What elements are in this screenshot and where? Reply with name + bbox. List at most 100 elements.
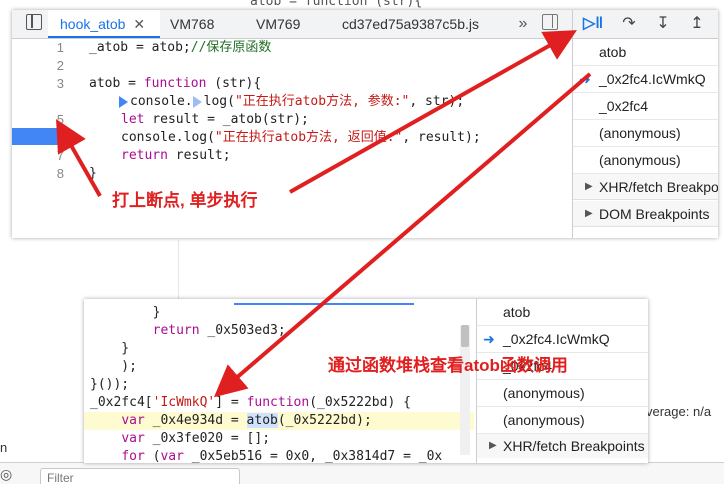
- expand-triangle-icon[interactable]: ▶: [489, 434, 497, 458]
- more-tabs-icon[interactable]: »: [514, 15, 532, 33]
- call-stack-frame[interactable]: (anonymous): [477, 380, 648, 407]
- code-line: }: [90, 340, 129, 358]
- filter-input[interactable]: Filter: [40, 468, 240, 485]
- tab-label: VM768: [170, 16, 215, 32]
- code-line: }: [89, 165, 97, 183]
- call-stack-frame[interactable]: ➜ _0x2fc4.IcWmkQ: [477, 326, 648, 353]
- code-line: _atob = atob;//保存原函数: [89, 39, 271, 57]
- tab-hook-atob[interactable]: hook_atob ✕: [48, 10, 160, 38]
- section-label: DOM Breakpoints: [599, 206, 710, 222]
- call-stack-frame[interactable]: atob: [573, 39, 718, 66]
- coverage-text: verage: n/a: [646, 404, 712, 419]
- frame-label: (anonymous): [503, 412, 585, 428]
- tab-label: hook_atob: [60, 16, 126, 32]
- code-token: (: [144, 449, 161, 463]
- code-token: (str){: [206, 76, 262, 91]
- step-over-icon[interactable]: ↷: [619, 14, 639, 34]
- code-line: console.log("正在执行atob方法, 返回值:", result);: [89, 129, 481, 147]
- expand-triangle-icon[interactable]: ▶: [585, 201, 593, 226]
- code-token: let: [121, 112, 145, 127]
- call-stack-pane: atob ➜ _0x2fc4.IcWmkQ _0x2fc4 (anonymous) (an…: [476, 299, 648, 463]
- scrollbar[interactable]: [460, 325, 470, 455]
- code-token: log(: [203, 94, 235, 109]
- resume-icon[interactable]: ▷‖: [583, 14, 603, 34]
- line-number-breakpoint[interactable]: 4: [57, 93, 64, 111]
- background-left-text: n: [0, 440, 8, 455]
- code-token: atob =: [89, 76, 144, 91]
- frame-label: _0x2fc4: [599, 98, 649, 114]
- code-editor-callframe[interactable]: } return _0x503ed3; } );}()); _0x2fc4['Ic…: [84, 299, 474, 463]
- pane-section-header[interactable]: ▶ XHR/fetch Breakpoints: [573, 174, 718, 200]
- search-highlight-bar: [234, 303, 414, 305]
- code-token: result;: [167, 148, 231, 163]
- line-number[interactable]: 7: [57, 147, 64, 165]
- frame-label: atob: [503, 304, 531, 320]
- line-number[interactable]: 6: [57, 129, 64, 147]
- expand-triangle-icon[interactable]: ▶: [585, 174, 593, 199]
- code-line: return _0x503ed3;: [90, 322, 286, 340]
- tab-vm768[interactable]: VM768: [170, 10, 214, 38]
- pane-section-header[interactable]: ▶ XHR/fetch Breakpoints: [477, 434, 648, 458]
- code-token: console.log(: [121, 130, 215, 145]
- line-number[interactable]: 8: [57, 165, 64, 183]
- frame-label: _0x2fc4.IcWmkQ: [599, 71, 706, 87]
- call-stack-frame[interactable]: (anonymous): [573, 147, 718, 174]
- code-token: function: [143, 76, 207, 91]
- code-token: }());: [90, 377, 130, 392]
- current-frame-arrow-icon: ➜: [579, 71, 591, 87]
- line-number[interactable]: 1: [57, 39, 64, 57]
- annotation-call-stack: 通过函数堆栈查看atob函数调用: [328, 356, 568, 375]
- call-stack-frame[interactable]: ➜ _0x2fc4.IcWmkQ: [573, 66, 718, 93]
- code-line: }());: [90, 376, 129, 394]
- scrollbar-thumb[interactable]: [461, 325, 469, 347]
- step-out-icon[interactable]: ↥: [687, 14, 707, 34]
- code-token: _0x4e934d =: [144, 413, 247, 428]
- call-stack-pane: atob ➜ _0x2fc4.IcWmkQ _0x2fc4 (anonymous) (an…: [572, 39, 718, 238]
- code-token: "正在执行atob方法, 返回值:": [214, 130, 403, 145]
- frame-label: (anonymous): [503, 385, 585, 401]
- debugger-toolbar: ▷‖ ↷ ↧ ↥: [572, 10, 718, 39]
- code-token: ] =: [215, 395, 247, 410]
- pane-section-header[interactable]: ▶ DOM Breakpoints: [573, 201, 718, 227]
- call-stack-frame[interactable]: atob: [477, 299, 648, 326]
- code-token: var: [121, 413, 145, 428]
- code-line: _0x2fc4['IcWmkQ'] = function(_0x5222bd) …: [90, 394, 411, 412]
- code-line: var _0x3fe020 = [];: [90, 430, 270, 448]
- background-top-strip: atob = function (str){: [0, 0, 724, 10]
- tab-cd37ed75[interactable]: cd37ed75a9387c5b.js: [342, 10, 479, 38]
- tab-vm769[interactable]: VM769: [256, 10, 300, 38]
- code-token: 'IcWmkQ': [152, 395, 216, 410]
- code-token: _atob = atob;: [89, 40, 191, 55]
- background-code-snippet: atob = function (str){: [250, 0, 423, 9]
- code-token: _0x2fc4[: [90, 395, 153, 410]
- call-stack-frame[interactable]: (anonymous): [573, 120, 718, 147]
- inline-step-icon[interactable]: [192, 95, 202, 108]
- section-label: XHR/fetch Breakpoints: [599, 179, 718, 195]
- code-token: return: [152, 323, 200, 338]
- code-token: (_0x5222bd) {: [309, 395, 411, 410]
- navigator-toggle-icon[interactable]: [26, 14, 42, 30]
- close-icon[interactable]: ✕: [133, 16, 145, 32]
- code-line: var _0x4e934d = atob(_0x5222bd);: [90, 412, 372, 430]
- line-number[interactable]: 3: [57, 75, 64, 93]
- tab-label: VM769: [256, 16, 301, 32]
- frame-label: atob: [599, 44, 627, 60]
- code-token: _0x3fe020 = [];: [144, 431, 271, 446]
- step-into-icon[interactable]: ↧: [653, 14, 673, 34]
- code-token: , result);: [402, 130, 481, 145]
- code-token: console.: [130, 94, 193, 109]
- annotation-breakpoint: 打上断点, 单步执行: [112, 191, 258, 210]
- code-line: );: [90, 358, 137, 376]
- debugger-toggle-icon[interactable]: [542, 14, 558, 30]
- code-token: }: [90, 305, 161, 320]
- line-number[interactable]: 2: [57, 57, 64, 75]
- code-line: console. log("正在执行atob方法, 参数:", str);: [89, 93, 464, 111]
- call-stack-frame[interactable]: _0x2fc4: [573, 93, 718, 120]
- eye-icon[interactable]: ◎: [0, 466, 18, 484]
- call-stack-frame[interactable]: (anonymous): [477, 407, 648, 434]
- line-number[interactable]: 5: [57, 111, 64, 129]
- code-token: var: [121, 431, 145, 446]
